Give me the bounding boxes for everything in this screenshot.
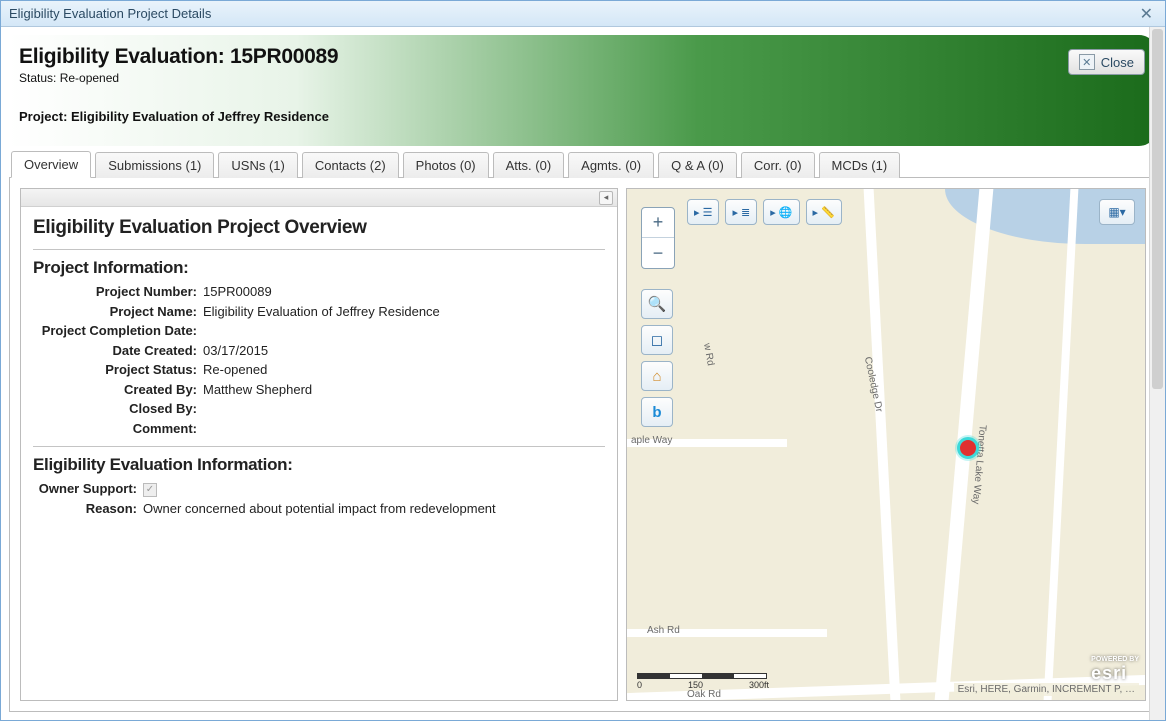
row-project-number: Project Number: 15PR00089 — [33, 282, 605, 302]
row-created-by: Created By: Matthew Shepherd — [33, 380, 605, 400]
header-band: Eligibility Evaluation: 15PR00089 Status… — [9, 35, 1157, 146]
overview-panel: ◂ Eligibility Evaluation Project Overvie… — [20, 188, 618, 701]
divider — [33, 249, 605, 250]
project-details-window: Eligibility Evaluation Project Details ✕… — [0, 0, 1166, 721]
street-label: Tonetta Lake Way — [970, 424, 988, 504]
row-date-created: Date Created: 03/17/2015 — [33, 341, 605, 361]
section-eligibility-info: Eligibility Evaluation Information: — [33, 455, 605, 475]
zoom-in-button[interactable]: + — [642, 208, 674, 238]
street-label: Ash Rd — [647, 625, 680, 636]
row-completion-date: Project Completion Date: — [33, 321, 605, 341]
map-tool-column: 🔍 ◻ ⌂ b — [641, 289, 673, 427]
zoom-controls: + − — [641, 207, 675, 269]
window-titlebar: Eligibility Evaluation Project Details ✕ — [1, 1, 1165, 27]
project-line: Project: Eligibility Evaluation of Jeffr… — [19, 109, 1143, 124]
tab-qa[interactable]: Q & A (0) — [658, 152, 737, 178]
measure-tool[interactable]: ▸ 📏 — [806, 199, 842, 225]
tab-agmts[interactable]: Agmts. (0) — [568, 152, 654, 178]
map-road — [1044, 189, 1079, 700]
esri-logo: POWERED BY esri — [1091, 656, 1139, 684]
page-title: Eligibility Evaluation: 15PR00089 — [19, 45, 1143, 69]
basemap-gallery-icon[interactable]: ▦▾ — [1099, 199, 1135, 225]
section-project-info: Project Information: — [33, 258, 605, 278]
map-road — [864, 189, 901, 700]
street-label: Oak Rd — [687, 689, 721, 700]
map-canvas[interactable]: Cooledge Dr Tonetta Lake Way aple Way As… — [627, 189, 1145, 700]
tab-overview[interactable]: Overview — [11, 151, 91, 178]
home-icon[interactable]: ⌂ — [641, 361, 673, 391]
tab-contacts[interactable]: Contacts (2) — [302, 152, 399, 178]
close-button[interactable]: ✕ Close — [1068, 49, 1145, 75]
collapse-icon[interactable]: ◂ — [599, 191, 613, 205]
street-label: w Rd — [701, 342, 716, 366]
row-comment: Comment: — [33, 419, 605, 439]
map-scalebar: 0 150 300ft — [637, 673, 769, 690]
panel-body: Eligibility Evaluation Project Overview … — [21, 207, 617, 528]
divider — [33, 446, 605, 447]
bing-icon[interactable]: b — [641, 397, 673, 427]
window-title: Eligibility Evaluation Project Details — [9, 6, 211, 21]
map-top-tools: ▸ ☰ ▸ ≣ ▸ 🌐 ▸ 📏 — [687, 199, 842, 225]
row-reason: Reason: Owner concerned about potential … — [33, 499, 605, 519]
window-close-icon[interactable]: ✕ — [1136, 4, 1157, 24]
scrollbar-thumb[interactable] — [1152, 29, 1163, 389]
map-marker-icon[interactable] — [957, 437, 979, 459]
tab-corr[interactable]: Corr. (0) — [741, 152, 815, 178]
legend-tool[interactable]: ▸ ≣ — [725, 199, 757, 225]
street-label: aple Way — [631, 435, 672, 446]
map-panel[interactable]: Cooledge Dr Tonetta Lake Way aple Way As… — [626, 188, 1146, 701]
map-attribution: Esri, HERE, Garmin, INCREMENT P, … — [954, 683, 1139, 696]
tab-mcds[interactable]: MCDs (1) — [819, 152, 901, 178]
tab-usns[interactable]: USNs (1) — [218, 152, 297, 178]
window-scrollbar[interactable] — [1149, 27, 1165, 720]
tab-photos[interactable]: Photos (0) — [403, 152, 489, 178]
zoom-out-button[interactable]: − — [642, 238, 674, 268]
close-icon: ✕ — [1079, 54, 1095, 70]
layers-tool[interactable]: ▸ ☰ — [687, 199, 719, 225]
row-owner-support: Owner Support: ✓ — [33, 479, 605, 499]
row-project-status: Project Status: Re-opened — [33, 360, 605, 380]
zoom-rect-icon[interactable]: 🔍 — [641, 289, 673, 319]
tabstrip: Overview Submissions (1) USNs (1) Contac… — [9, 150, 1157, 178]
full-extent-icon[interactable]: ◻ — [641, 325, 673, 355]
row-closed-by: Closed By: — [33, 399, 605, 419]
basemap-tool[interactable]: ▸ 🌐 — [763, 199, 799, 225]
overview-heading: Eligibility Evaluation Project Overview — [33, 217, 605, 239]
tab-submissions[interactable]: Submissions (1) — [95, 152, 214, 178]
owner-support-checkbox: ✓ — [143, 483, 157, 497]
content-area: ◂ Eligibility Evaluation Project Overvie… — [9, 178, 1157, 712]
row-project-name: Project Name: Eligibility Evaluation of … — [33, 302, 605, 322]
panel-toolbar: ◂ — [21, 189, 617, 207]
tab-atts[interactable]: Atts. (0) — [493, 152, 565, 178]
status-line: Status: Re-opened — [19, 71, 1143, 85]
